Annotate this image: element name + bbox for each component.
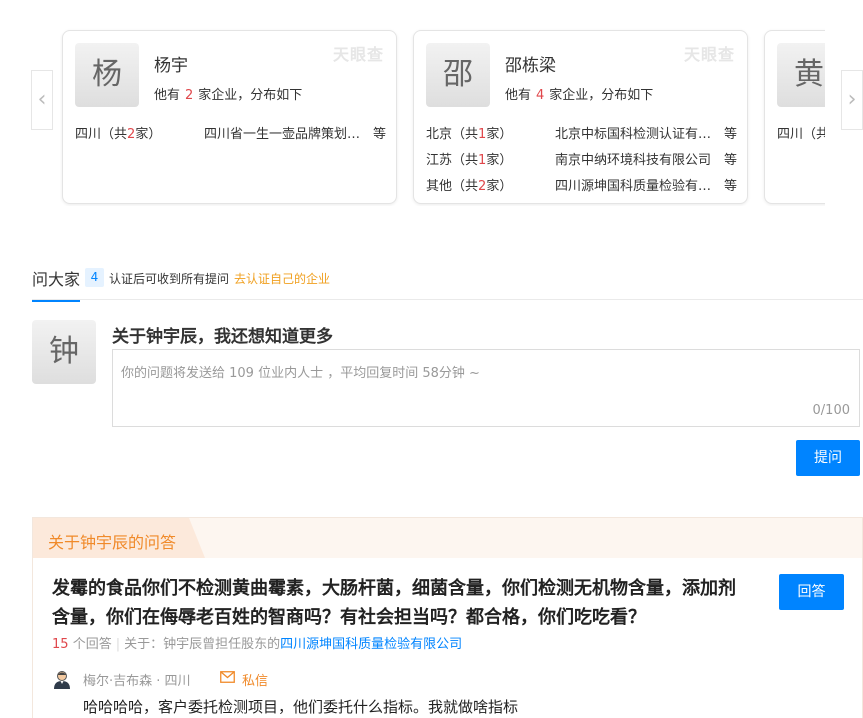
summary-prefix: 他有 (505, 88, 532, 103)
ask-tab-bar: 问大家 4 认证后可收到所有提问 去认证自己的企业 (32, 262, 863, 302)
answer-text: 哈哈哈哈，客户委托检测项目，他们委托什么指标。我就做啥指标 (83, 698, 519, 716)
private-message-link[interactable]: 私信 (242, 670, 268, 689)
region-count: 2 (127, 127, 136, 142)
ask-title: 关于钟宇辰，我还想知道更多 (112, 327, 333, 347)
region-count: 1 (478, 153, 487, 168)
question-count-badge: 4 (85, 268, 104, 287)
summary-suffix: 家企业，分布如下 (198, 88, 303, 103)
tianyancha-watermark: 天眼查 (332, 45, 384, 64)
question-meta: 15 个回答 | 关于：钟宇辰曾担任股东的四川源坤国科质量检验有限公司 (52, 633, 462, 652)
submit-question-button[interactable]: 提问 (796, 440, 860, 476)
answerer-name[interactable]: 梅尔·吉布森 · 四川 (83, 670, 191, 689)
certify-company-link[interactable]: 去认证自己的企业 (234, 270, 330, 287)
region-row: 江苏（共1家） 南京中纳环境科技有限公司 等 (426, 149, 738, 175)
company-count: 2 (185, 88, 194, 103)
tab-ask-everyone[interactable]: 问大家 (32, 266, 81, 302)
person-avatar: 黄 (777, 43, 825, 107)
region-label: 江苏（共1家） (426, 153, 513, 168)
region-name: 北京 (426, 127, 453, 142)
about-prefix: 关于：钟宇辰曾担任股东的 (124, 637, 281, 652)
person-avatar: 邵 (426, 43, 490, 107)
region-name: 四川 (75, 127, 102, 142)
etc-label: 等 (373, 127, 387, 142)
region-name: 江苏 (426, 153, 453, 168)
region-name: 其他 (426, 179, 453, 194)
company-link[interactable]: 四川源坤国科质量检验有限公司 (280, 637, 462, 652)
region-label: 北京（共1家） (426, 127, 513, 142)
person-card[interactable]: 杨 杨宇 天眼查 他有 2 家企业，分布如下 四川（共2家） 四川省一生一壶品牌策划… (62, 30, 397, 204)
mail-icon[interactable] (220, 671, 235, 683)
company-link[interactable]: 四川省一生一壶品牌策划有限公司 (204, 123, 369, 142)
answer-count: 15 (52, 637, 69, 652)
region-row: 其他（共2家） 四川源坤国科质量检验有限公司 等 (426, 175, 738, 201)
question-title[interactable]: 发霉的食品你们不检测黄曲霉素，大肠杆菌，细菌含量，你们检测无机物含量，添加剂含量… (52, 574, 752, 632)
etc-label: 等 (724, 179, 738, 194)
certification-note: 认证后可收到所有提问 (109, 272, 230, 286)
person-name[interactable]: 杨宇 (154, 51, 188, 76)
char-counter: 0/100 (812, 403, 850, 418)
company-link[interactable]: 四川源坤国科质量检验有限公司 (555, 175, 720, 194)
region-list: 四川（共 (777, 123, 825, 149)
qa-header: 关于钟宇辰的问答 (33, 518, 862, 558)
region-list: 四川（共2家） 四川省一生一壶品牌策划有限公司 等 (75, 123, 387, 149)
company-link[interactable]: 北京中标国科检测认证有限公司 (555, 123, 720, 142)
qa-header-label: 关于钟宇辰的问答 (48, 533, 177, 552)
chevron-left-icon: ‹ (37, 87, 47, 112)
company-count: 4 (536, 88, 545, 103)
region-row: 四川（共 (777, 123, 825, 149)
region-row: 四川（共2家） 四川省一生一壶品牌策划有限公司 等 (75, 123, 387, 149)
tianyancha-watermark: 天眼查 (683, 45, 735, 64)
region-label: 四川（共2家） (75, 127, 162, 142)
person-card[interactable]: 邵 邵栋梁 天眼查 他有 4 家企业，分布如下 北京（共1家） 北京中标国科检测认证… (413, 30, 748, 204)
person-avatar: 杨 (75, 43, 139, 107)
company-link[interactable]: 南京中纳环境科技有限公司 (555, 149, 720, 168)
etc-label: 等 (724, 127, 738, 142)
card-viewport: 杨 杨宇 天眼查 他有 2 家企业，分布如下 四川（共2家） 四川省一生一壶品牌策划… (60, 28, 825, 206)
region-name: 四川 (777, 127, 804, 142)
carousel-prev-button[interactable]: ‹ (31, 70, 53, 130)
question-placeholder: 你的问题将发送给 109 位业内人士 ，平均回复时间 58分钟 ~ (121, 366, 480, 381)
subject-avatar: 钟 (32, 320, 96, 384)
region-count: 1 (478, 127, 487, 142)
etc-label: 等 (724, 153, 738, 168)
person-name[interactable]: 邵栋梁 (505, 51, 556, 76)
question-input[interactable]: 你的问题将发送给 109 位业内人士 ，平均回复时间 58分钟 ~ 0/100 (112, 349, 860, 427)
region-label: 其他（共2家） (426, 179, 513, 194)
carousel-next-button[interactable]: › (841, 70, 863, 130)
region-count: 2 (478, 179, 487, 194)
answer-button[interactable]: 回答 (779, 574, 844, 610)
user-avatar-icon (54, 671, 70, 689)
summary-prefix: 他有 (154, 88, 181, 103)
meta-divider: | (115, 637, 121, 652)
answer-count-suffix: 个回答 (72, 637, 112, 652)
company-count-summary: 他有 4 家企业，分布如下 (505, 84, 653, 103)
chevron-right-icon: › (847, 87, 857, 112)
qa-section: 关于钟宇辰的问答 发霉的食品你们不检测黄曲霉素，大肠杆菌，细菌含量，你们检测无机… (32, 517, 863, 718)
region-list: 北京（共1家） 北京中标国科检测认证有限公司 等 江苏（共1家） 南京中纳环境科… (426, 123, 738, 201)
company-count-summary: 他有 2 家企业，分布如下 (154, 84, 302, 103)
region-row: 北京（共1家） 北京中标国科检测认证有限公司 等 (426, 123, 738, 149)
related-persons-carousel: ‹ 杨 杨宇 天眼查 他有 2 家企业，分布如下 四川（共2家） 四川省一生一壶品牌… (0, 0, 863, 230)
region-label: 四川（共 (777, 127, 825, 142)
person-card[interactable]: 黄 四川（共 (764, 30, 825, 204)
summary-suffix: 家企业，分布如下 (549, 88, 654, 103)
